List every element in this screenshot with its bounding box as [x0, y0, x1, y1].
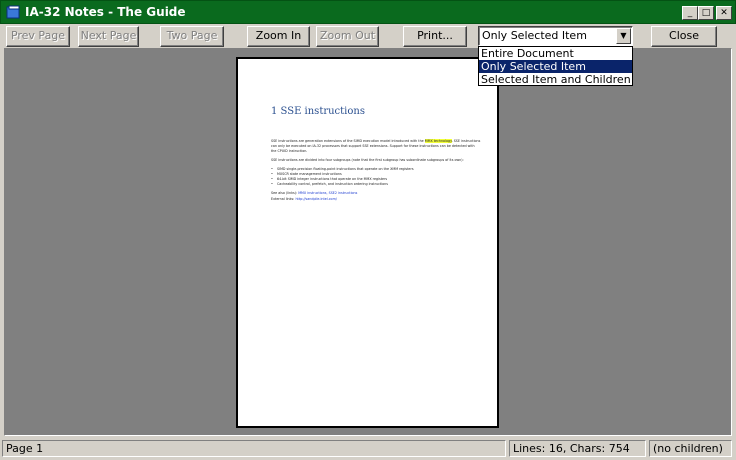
minimize-button[interactable]: _ [682, 6, 698, 20]
maximize-button[interactable]: □ [698, 6, 714, 20]
see-also-line: See also (links): MMX instructions, SSE2… [271, 191, 481, 196]
option-only-selected-item[interactable]: Only Selected Item [479, 60, 632, 73]
external-links-line: External links: http://sandpile.intel.co… [271, 197, 481, 202]
list-item: Cacheability control, prefetch, and inst… [271, 182, 481, 187]
preview-page: 1 SSE instructions SSE instructions are … [236, 57, 499, 428]
option-entire-document[interactable]: Entire Document [479, 47, 632, 60]
option-selected-item-and-children[interactable]: Selected Item and Children [479, 73, 632, 86]
next-page-button[interactable]: Next Page [78, 26, 139, 47]
window-title: IA-32 Notes - The Guide [25, 5, 186, 19]
two-page-button[interactable]: Two Page [160, 26, 224, 47]
close-button[interactable]: Close [651, 26, 717, 47]
print-button[interactable]: Print... [403, 26, 467, 47]
zoom-in-button[interactable]: Zoom In [247, 26, 310, 47]
title-bar: IA-32 Notes - The Guide _ □ ✕ [0, 0, 736, 24]
prev-page-button[interactable]: Prev Page [6, 26, 70, 47]
chevron-down-icon[interactable]: ▼ [616, 28, 631, 44]
print-scope-dropdown: Entire Document Only Selected Item Selec… [478, 46, 633, 86]
close-window-button[interactable]: ✕ [716, 6, 732, 20]
zoom-out-button[interactable]: Zoom Out [316, 26, 379, 47]
document-body: SSE instructions are generation extensio… [271, 139, 481, 206]
status-bar: Page 1 Lines: 16, Chars: 754 (no childre… [0, 437, 736, 460]
toolbar: Prev Page Next Page Two Page Zoom In Zoo… [0, 24, 736, 48]
paragraph-subgroups: SSE instructions are divided into four s… [271, 158, 464, 162]
external-links-label: External links: [271, 197, 296, 201]
document-title: 1 SSE instructions [271, 106, 365, 117]
status-children: (no children) [649, 440, 732, 457]
see-also-links: MMX instructions, SSE2 instructions [298, 191, 358, 195]
print-preview-area: 1 SSE instructions SSE instructions are … [4, 48, 732, 436]
external-link: http://sandpile.intel.com/ [295, 197, 337, 201]
status-counts: Lines: 16, Chars: 754 [509, 440, 646, 457]
paragraph-text: SSE instructions are generation extensio… [271, 139, 425, 143]
see-also-label: See also (links): [271, 191, 299, 195]
paragraph-intro: SSE instructions are generation extensio… [271, 139, 481, 154]
print-scope-value: Only Selected Item [482, 29, 587, 42]
highlighted-text: MMX technology [424, 139, 452, 143]
app-book-icon [6, 5, 20, 19]
status-page: Page 1 [2, 440, 506, 457]
print-scope-select[interactable]: Only Selected Item ▼ [478, 26, 633, 46]
subgroup-list: SIMD single-precision floating-point ins… [271, 167, 481, 187]
